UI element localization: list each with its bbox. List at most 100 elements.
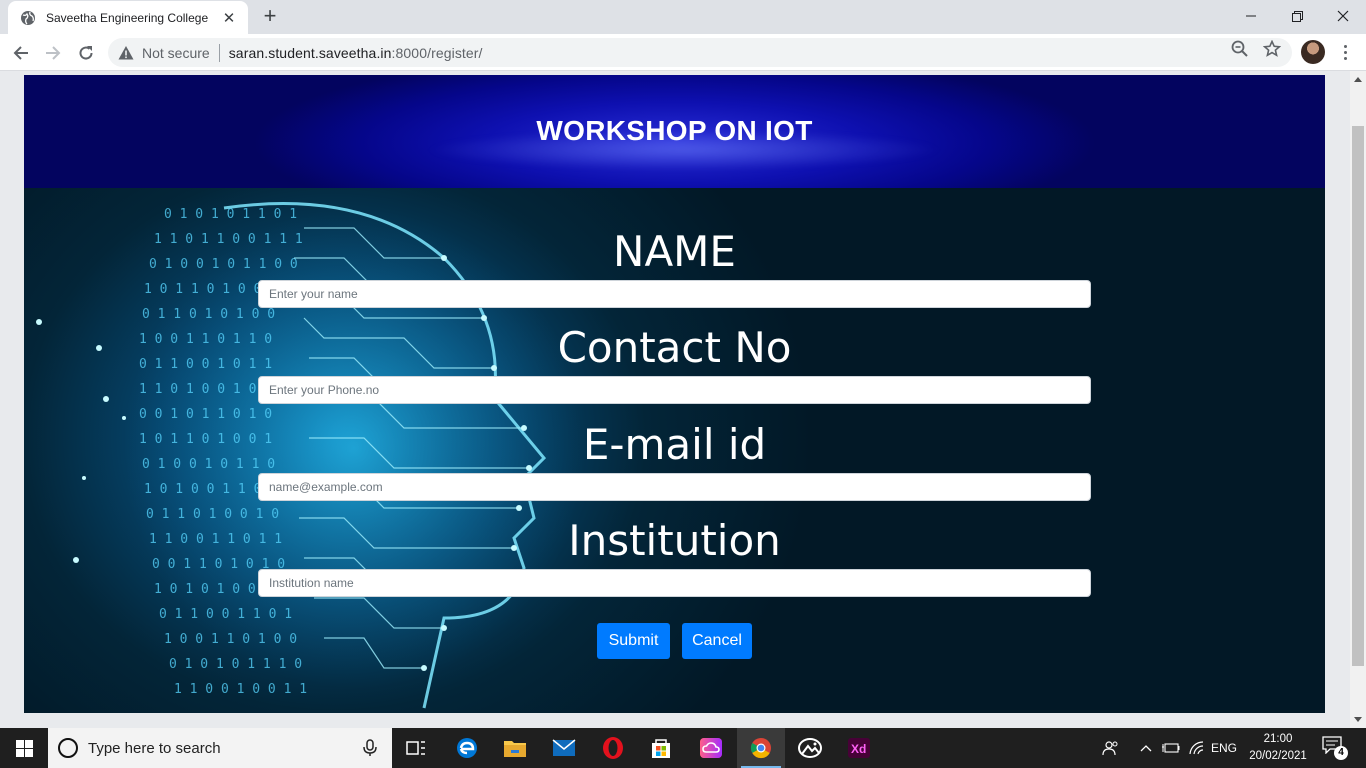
back-button[interactable] [8,40,34,66]
taskbar-search-placeholder: Type here to search [88,739,221,757]
battery-button[interactable] [1160,728,1182,768]
reload-icon [79,46,93,60]
page-title: WORKSHOP ON IOT [536,115,813,146]
restore-icon [1291,10,1303,22]
people-button[interactable] [1100,728,1122,768]
tab-title: Saveetha Engineering College [46,10,209,25]
email-input[interactable] [258,473,1091,501]
cancel-button[interactable]: Cancel [682,623,752,659]
action-center-button[interactable]: 4 [1322,736,1348,760]
svg-text:0 1 1 0 1 0 1 0 0: 0 1 1 0 1 0 1 0 0 [142,307,275,322]
microphone-icon[interactable] [360,738,380,758]
tab-strip: Saveetha Engineering College ✕ + [0,0,1366,34]
name-label: NAME [613,227,736,276]
creative-cloud-app[interactable] [687,728,735,768]
globe-icon [21,10,35,25]
restore-button[interactable] [1274,0,1320,32]
minimize-icon [1246,15,1256,17]
people-icon [1102,741,1118,756]
cortana-icon [58,738,78,758]
page-viewport: WORKSHOP ON IOT 0 1 0 1 0 1 1 0 1 1 1 0 … [0,71,1350,728]
mail-app[interactable] [540,728,588,768]
warning-icon [118,45,134,59]
forward-arrow-icon [46,46,61,60]
wifi-button[interactable] [1186,728,1208,768]
close-icon [1337,10,1349,22]
svg-text:Xd: Xd [851,742,866,756]
back-arrow-icon [13,46,28,60]
registration-form: 0 1 0 1 0 1 1 0 1 1 1 0 1 1 0 0 1 1 1 0 … [24,188,1325,713]
email-label: E-mail id [582,420,767,469]
url-path: :8000/register/ [391,44,483,61]
browser-tab[interactable]: Saveetha Engineering College ✕ [8,1,248,34]
adobe-xd-app[interactable]: Xd [835,728,883,768]
wifi-icon [1189,741,1204,755]
svg-text:0 1 1 0 0 1 0 1 1: 0 1 1 0 0 1 0 1 1 [139,357,272,372]
phone-input[interactable] [258,376,1091,404]
profile-avatar[interactable] [1301,40,1325,64]
chevron-up-icon [1140,745,1152,752]
minimize-button[interactable] [1228,0,1274,32]
edge-app[interactable] [443,728,491,768]
submit-button[interactable]: Submit [597,623,670,659]
chrome-app[interactable] [737,728,785,768]
show-hidden-icons-button[interactable] [1136,728,1156,768]
taskbar-search[interactable]: Type here to search [48,728,392,768]
bookmark-star-icon[interactable] [1263,40,1281,58]
svg-text:0 1 1 0 0 1 1 0 1: 0 1 1 0 0 1 1 0 1 [159,607,292,622]
forward-button[interactable] [40,40,66,66]
task-view-icon [406,741,425,755]
folder-icon [504,741,526,757]
institution-label: Institution [568,516,781,565]
new-tab-button[interactable]: + [258,5,282,29]
store-app[interactable] [637,728,685,768]
svg-text:1 0 0 1 1 0 1 0 0: 1 0 0 1 1 0 1 0 0 [164,632,297,647]
store-icon [652,739,670,758]
scroll-thumb[interactable] [1352,126,1364,666]
svg-text:0 1 0 0 1 0 1 1 0: 0 1 0 0 1 0 1 1 0 [142,457,275,472]
svg-text:1 0 1 1 0 1 0 0 1: 1 0 1 1 0 1 0 0 1 [139,432,272,447]
header-banner: WORKSHOP ON IOT [24,75,1325,188]
mail-icon [552,739,576,756]
reload-button[interactable] [73,40,99,66]
address-bar[interactable]: Not secure saran.student.saveetha.in:800… [108,38,1292,67]
notification-count-badge: 4 [1334,746,1348,760]
opera-app[interactable] [589,728,637,768]
battery-charging-icon [1162,743,1180,753]
scroll-down-arrow-icon[interactable] [1354,717,1362,722]
start-button[interactable] [0,728,48,768]
svg-text:0 0 1 0 1 1 0 1 0: 0 0 1 0 1 1 0 1 0 [139,407,272,422]
name-input[interactable] [258,280,1091,308]
windows-taskbar: Type here to search Xd ENG 21:00 20/02/2… [0,728,1366,768]
chrome-icon [750,738,771,759]
system-clock[interactable]: 21:00 20/02/2021 [1240,731,1316,765]
browser-toolbar: Not secure saran.student.saveetha.in:800… [0,34,1366,71]
adobe-xd-icon: Xd [848,738,870,758]
institution-input[interactable] [258,569,1091,597]
url-host: saran.student.saveetha.in [228,44,392,61]
security-status[interactable]: Not secure [142,45,210,61]
url-text[interactable]: saran.student.saveetha.in:8000/register/ [229,45,483,61]
language-indicator[interactable]: ENG [1208,728,1240,768]
svg-text:0 1 0 1 0 1 1 0 1: 0 1 0 1 0 1 1 0 1 [164,207,297,222]
zoom-icon[interactable] [1231,40,1249,58]
clock-date: 20/02/2021 [1249,750,1307,762]
svg-text:1 1 0 1 0 0 1 0 1: 1 1 0 1 0 0 1 0 1 [139,382,272,397]
creative-cloud-icon [700,738,722,758]
browser-menu-button[interactable] [1337,40,1353,64]
clock-time: 21:00 [1263,733,1293,745]
file-explorer-app[interactable] [491,728,539,768]
scroll-up-arrow-icon[interactable] [1354,77,1362,82]
tab-close-icon[interactable]: ✕ [220,9,238,27]
opera-icon [603,737,623,759]
photos-icon [798,738,822,758]
svg-text:1 0 0 1 1 0 1 1 0: 1 0 0 1 1 0 1 1 0 [139,332,272,347]
svg-text:1 1 0 0 1 0 0 1 1: 1 1 0 0 1 0 0 1 1 [174,682,307,697]
svg-text:0 1 0 1 0 1 1 1 0: 0 1 0 1 0 1 1 1 0 [169,657,302,672]
page-scrollbar[interactable] [1350,71,1366,728]
windows-logo-icon [15,739,33,757]
separator [218,43,220,62]
close-window-button[interactable] [1320,0,1366,32]
task-view-button[interactable] [392,728,440,768]
photos-app[interactable] [786,728,834,768]
